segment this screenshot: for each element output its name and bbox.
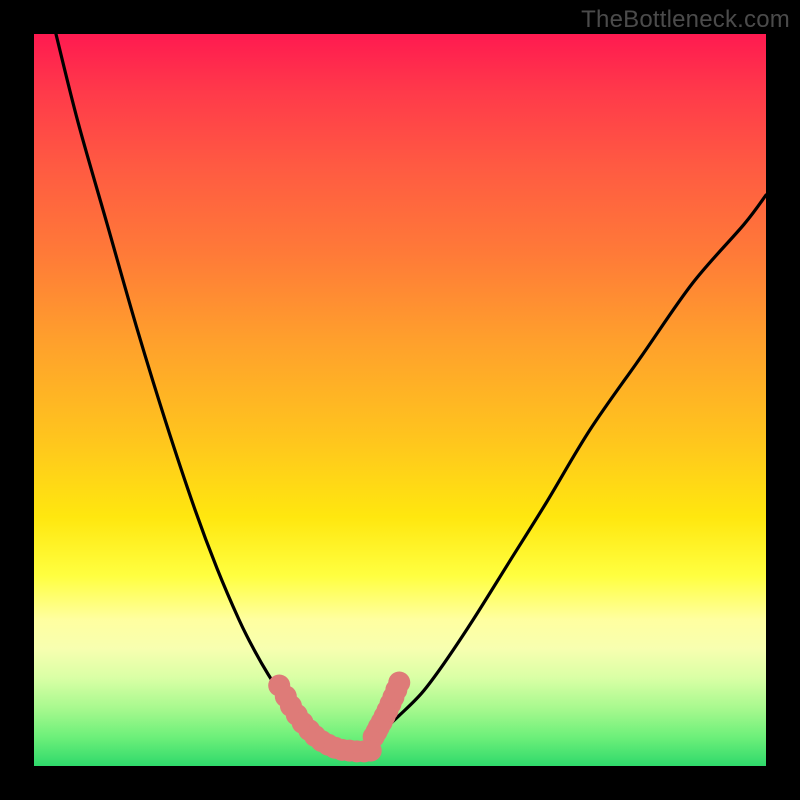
curve-path: [371, 195, 766, 738]
chart-svg: [34, 34, 766, 766]
watermark-text: TheBottleneck.com: [581, 6, 790, 34]
curve-path: [56, 34, 320, 738]
plot-area: [34, 34, 766, 766]
chart-frame: TheBottleneck.com: [0, 0, 800, 800]
data-marker: [388, 672, 410, 694]
